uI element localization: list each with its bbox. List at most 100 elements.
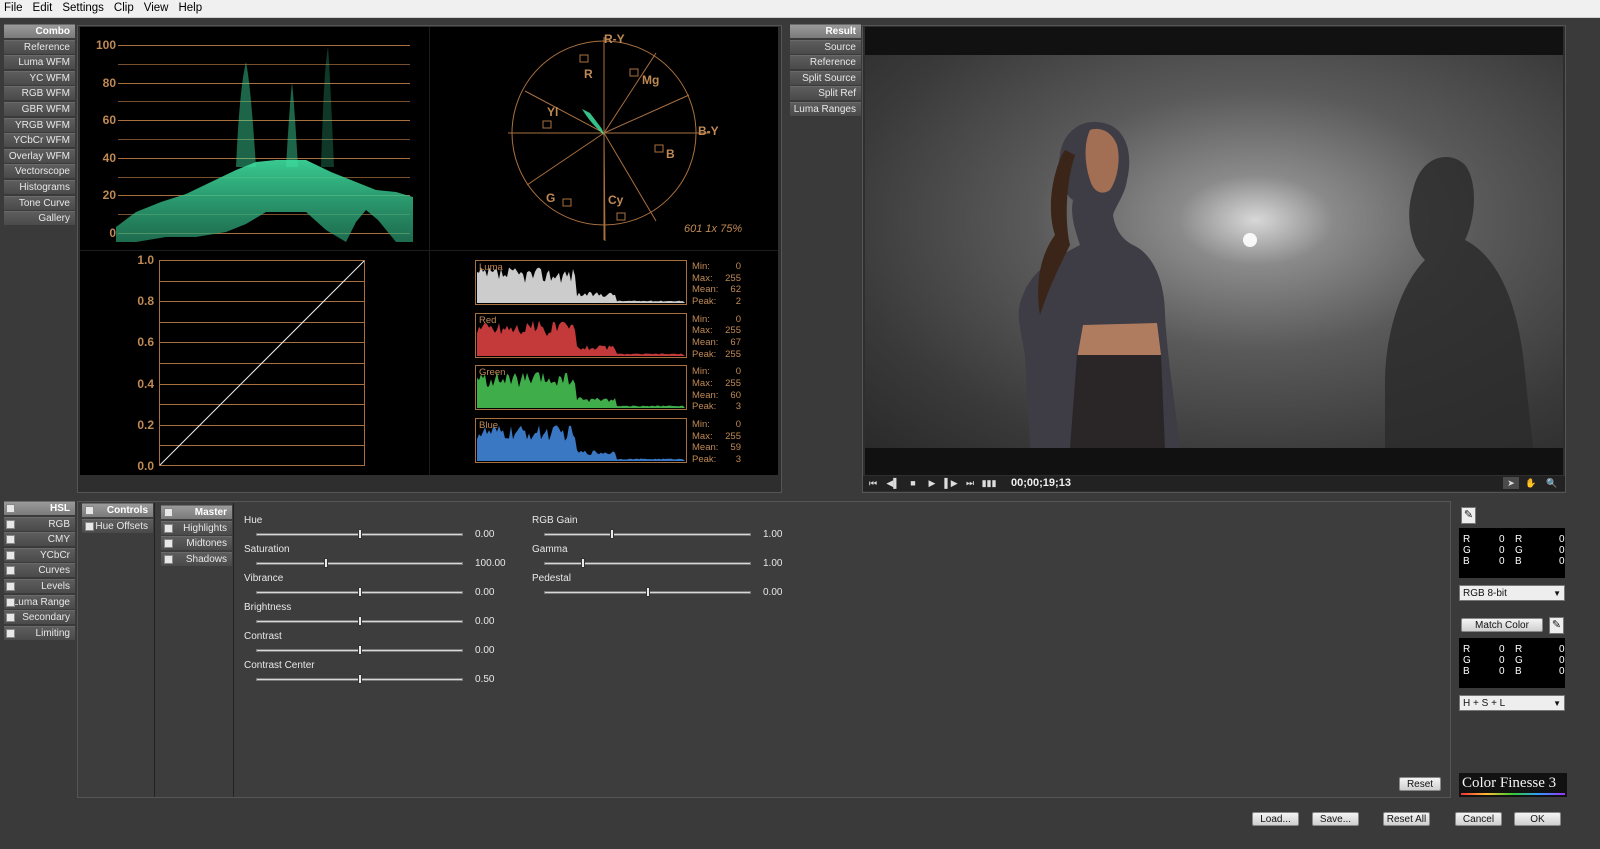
- stop-icon[interactable]: ■: [905, 477, 921, 489]
- enable-checkbox[interactable]: [6, 504, 15, 513]
- sample-mode-dropdown[interactable]: RGB 8-bit ▼: [1459, 585, 1565, 601]
- view-tab-split-ref[interactable]: Split Ref: [790, 86, 861, 101]
- enable-checkbox[interactable]: [6, 550, 15, 560]
- view-tab-source[interactable]: Source: [790, 39, 861, 54]
- go-to-end-icon[interactable]: ⏭: [962, 477, 978, 489]
- enable-checkbox[interactable]: [85, 506, 94, 515]
- stat-label-mean: Mean:: [692, 442, 719, 454]
- stat-value-max: 255: [725, 272, 741, 284]
- enable-checkbox[interactable]: [6, 582, 15, 591]
- tone-curve: 1.0 0.8 0.6 0.4 0.2 0.0: [80, 251, 429, 475]
- scope-tab-overlay-wfm[interactable]: Overlay WFM: [4, 148, 75, 163]
- save-button[interactable]: Save...: [1312, 812, 1359, 826]
- scope-tab-ycbcr-wfm[interactable]: YCbCr WFM: [4, 133, 75, 148]
- slider-thumb[interactable]: [357, 529, 362, 539]
- menu-file[interactable]: File: [0, 0, 29, 14]
- slider-label: Gamma: [532, 543, 568, 555]
- zoom-tool-icon[interactable]: 🔍: [1544, 477, 1560, 489]
- waveform-tick: 100: [95, 38, 116, 52]
- ok-button[interactable]: OK: [1514, 812, 1561, 826]
- enable-checkbox[interactable]: [164, 523, 173, 533]
- slider-value: 1.00: [763, 557, 783, 569]
- match-mode-dropdown[interactable]: H + S + L ▼: [1459, 695, 1565, 711]
- enable-checkbox[interactable]: [6, 628, 15, 638]
- slider-thumb[interactable]: [357, 615, 362, 626]
- reset-button[interactable]: Reset: [1399, 777, 1441, 791]
- stat-label-max: Max:: [692, 325, 713, 337]
- slider-thumb[interactable]: [324, 557, 329, 568]
- waveform-tick: 60: [102, 113, 116, 128]
- menu-view[interactable]: View: [140, 0, 175, 14]
- scope-tab-rgb-wfm[interactable]: RGB WFM: [4, 86, 75, 101]
- menu-help[interactable]: Help: [174, 0, 208, 14]
- channel-label: R: [1515, 644, 1523, 655]
- pointer-tool-icon[interactable]: ➤: [1503, 477, 1519, 489]
- label-cy: Cy: [608, 193, 624, 207]
- waveform-tick: 20: [102, 188, 116, 203]
- tone-curve-line[interactable]: [159, 260, 365, 466]
- scope-tab-luma-wfm[interactable]: Luma WFM: [4, 55, 75, 70]
- slider-track[interactable]: [256, 561, 463, 565]
- enable-checkbox[interactable]: [6, 519, 15, 529]
- menu-settings[interactable]: Settings: [58, 0, 110, 14]
- slider-label: Contrast: [244, 630, 282, 642]
- label-mg: Mg: [642, 73, 660, 87]
- channel-label: R: [1515, 534, 1523, 545]
- enable-checkbox[interactable]: [164, 554, 173, 564]
- eyedropper-icon[interactable]: ✎: [1461, 507, 1476, 524]
- stat-value-max: 255: [725, 430, 741, 442]
- step-back-icon[interactable]: ◀▌: [885, 477, 901, 489]
- stat-label-max: Max:: [692, 378, 713, 389]
- waveform-scope: 100 80 60 40 20 0: [80, 27, 429, 249]
- slider-thumb[interactable]: [610, 529, 615, 539]
- cancel-button[interactable]: Cancel: [1455, 812, 1502, 826]
- scope-tab-tone-curve[interactable]: Tone Curve: [4, 195, 75, 210]
- slider-thumb[interactable]: [357, 586, 362, 597]
- stat-value-min: 0: [735, 366, 741, 378]
- scope-tab-vectorscope[interactable]: Vectorscope: [4, 164, 75, 179]
- scope-tab-reference[interactable]: Reference: [4, 39, 75, 54]
- go-to-start-icon[interactable]: ⏮: [865, 477, 881, 489]
- stat-value-peak: 2: [735, 295, 741, 307]
- reset-all-button[interactable]: Reset All: [1383, 812, 1430, 826]
- slider-thumb[interactable]: [357, 673, 362, 684]
- channel-value: 0: [1559, 556, 1565, 567]
- sample-mode-value: RGB 8-bit: [1463, 588, 1507, 599]
- scope-tab-yc-wfm[interactable]: YC WFM: [4, 70, 75, 85]
- enable-checkbox[interactable]: [6, 566, 15, 576]
- load-button[interactable]: Load...: [1252, 812, 1299, 826]
- enable-checkbox[interactable]: [6, 597, 15, 607]
- slider-thumb[interactable]: [357, 644, 362, 655]
- slider-thumb[interactable]: [645, 586, 650, 597]
- enable-checkbox[interactable]: [85, 521, 94, 531]
- menu-edit[interactable]: Edit: [29, 0, 59, 14]
- step-forward-icon[interactable]: ▌▶: [943, 477, 959, 489]
- loop-icon[interactable]: ▮▮▮: [981, 477, 997, 489]
- scope-tab-gallery[interactable]: Gallery: [4, 211, 75, 226]
- enable-checkbox[interactable]: [164, 508, 173, 517]
- view-tab-result[interactable]: Result: [790, 24, 861, 38]
- match-color-button[interactable]: Match Color: [1461, 618, 1543, 632]
- hand-tool-icon[interactable]: ✋: [1523, 477, 1539, 489]
- enable-checkbox[interactable]: [164, 539, 173, 549]
- waveform-tick: 0: [109, 226, 116, 240]
- scope-tab-combo[interactable]: Combo: [4, 24, 75, 38]
- stat-label-min: Min:: [692, 313, 710, 325]
- slider-track[interactable]: [544, 561, 751, 565]
- scope-tab-gbr-wfm[interactable]: GBR WFM: [4, 102, 75, 116]
- view-tab-split-source[interactable]: Split Source: [790, 70, 861, 85]
- view-tab-luma-ranges[interactable]: Luma Ranges: [790, 102, 861, 116]
- scope-tab-yrgb-wfm[interactable]: YRGB WFM: [4, 117, 75, 132]
- channel-value: 0: [1499, 666, 1505, 677]
- slider-track[interactable]: [544, 533, 751, 536]
- play-icon[interactable]: ▶: [924, 477, 940, 489]
- menu-clip[interactable]: Clip: [110, 0, 140, 14]
- view-tab-reference[interactable]: Reference: [790, 55, 861, 70]
- scope-tab-histograms[interactable]: Histograms: [4, 180, 75, 194]
- enable-checkbox[interactable]: [6, 613, 15, 623]
- stat-label-max: Max:: [692, 430, 713, 442]
- enable-checkbox[interactable]: [6, 535, 15, 545]
- stat-label-mean: Mean:: [692, 284, 719, 296]
- slider-thumb[interactable]: [581, 557, 586, 568]
- match-eyedropper-icon[interactable]: ✎: [1549, 617, 1564, 634]
